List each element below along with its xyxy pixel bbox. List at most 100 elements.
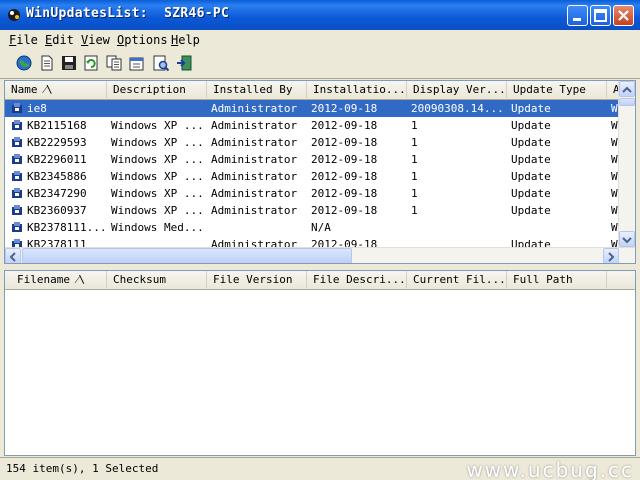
- table-cell: 1: [411, 187, 418, 200]
- table-cell: KB2360937: [27, 204, 87, 217]
- table-cell: Windows XP ...: [111, 153, 203, 166]
- table-cell: Windows XP ...: [111, 170, 203, 183]
- table-cell: Administrator: [211, 187, 298, 200]
- horizontal-scrollbar[interactable]: [5, 247, 635, 263]
- arrow-left-icon: [9, 252, 16, 262]
- table-cell: 2012-09-18: [311, 119, 378, 132]
- app-window: WinUpdatesList: SZR46-PC File Edit View …: [0, 0, 640, 480]
- menu-view[interactable]: View: [81, 33, 110, 47]
- column-file-description[interactable]: File Descri...: [307, 271, 407, 288]
- table-row[interactable]: KB2378111... Windows Med... N/A W: [5, 219, 625, 236]
- column-display-version[interactable]: Display Ver...: [407, 81, 507, 98]
- table-cell: Administrator: [211, 119, 298, 132]
- table-cell: Update: [511, 136, 551, 149]
- table-row[interactable]: KB2229593 Windows XP ... Administrator 2012…: [5, 134, 625, 151]
- table-row[interactable]: KB2347290 Windows XP ... Administrator 2012…: [5, 185, 625, 202]
- table-row[interactable]: ie8 Administrator 2012-09-18 20090308.14...…: [5, 100, 625, 117]
- scroll-up-button[interactable]: [619, 81, 635, 97]
- column-name[interactable]: Name ⁄\: [5, 81, 107, 98]
- table-cell: 1: [411, 153, 418, 166]
- table-cell: Administrator: [211, 136, 298, 149]
- table-cell: N/A: [311, 221, 331, 234]
- column-spacer: [607, 271, 635, 288]
- table-cell: KB2296011: [27, 153, 87, 166]
- table-row[interactable]: KB2296011 Windows XP ... Administrator 2012…: [5, 151, 625, 168]
- table-cell: 1: [411, 119, 418, 132]
- window-title: WinUpdatesList: SZR46-PC: [26, 6, 230, 21]
- scroll-left-button[interactable]: [5, 248, 21, 263]
- save-icon[interactable]: [60, 54, 78, 72]
- close-button[interactable]: [613, 5, 634, 26]
- copy-icon[interactable]: [105, 54, 123, 72]
- table-cell: 1: [411, 204, 418, 217]
- column-checksum[interactable]: Checksum: [107, 271, 207, 288]
- column-current-file[interactable]: Current Fil...: [407, 271, 507, 288]
- update-icon: [12, 154, 22, 164]
- minimize-icon: [573, 18, 581, 21]
- table-cell: Windows Med...: [111, 221, 203, 234]
- table-row[interactable]: KB2360937 Windows XP ... Administrator 2012…: [5, 202, 625, 219]
- maximize-button[interactable]: [590, 5, 611, 26]
- column-filename[interactable]: Filename ⁄\: [5, 271, 107, 288]
- menu-help[interactable]: Help: [171, 33, 200, 47]
- table-cell: KB2229593: [27, 136, 87, 149]
- table-cell: Administrator: [211, 153, 298, 166]
- menu-bar: File Edit View Options Help: [0, 30, 640, 50]
- column-installation-date[interactable]: Installatio...: [307, 81, 407, 98]
- refresh-icon[interactable]: [82, 54, 100, 72]
- updates-list-header: Name ⁄\ Description Installed By Install…: [5, 81, 635, 100]
- menu-options[interactable]: Options: [117, 33, 168, 47]
- update-icon: [12, 137, 22, 147]
- table-cell: 2012-09-18: [311, 136, 378, 149]
- status-text: 154 item(s), 1 Selected: [6, 462, 159, 475]
- table-cell: 1: [411, 136, 418, 149]
- app-icon: [8, 9, 20, 21]
- update-icon: [12, 188, 22, 198]
- menu-edit[interactable]: Edit: [45, 33, 74, 47]
- properties-icon[interactable]: [128, 54, 146, 72]
- scroll-right-button[interactable]: [603, 248, 619, 263]
- scroll-thumb-horizontal[interactable]: [22, 248, 352, 263]
- column-installed-by[interactable]: Installed By: [207, 81, 307, 98]
- update-icon: [12, 205, 22, 215]
- scroll-thumb-vertical[interactable]: [619, 98, 635, 106]
- table-cell: 2012-09-18: [311, 204, 378, 217]
- table-cell: Administrator: [211, 204, 298, 217]
- minimize-button[interactable]: [567, 5, 588, 26]
- table-cell: Windows XP ...: [111, 119, 203, 132]
- table-cell: 2012-09-18: [311, 153, 378, 166]
- table-row[interactable]: KB2115168 Windows XP ... Administrator 2012…: [5, 117, 625, 134]
- table-row[interactable]: KB2345886 Windows XP ... Administrator 2012…: [5, 168, 625, 185]
- vertical-scrollbar[interactable]: [618, 81, 635, 247]
- table-cell: KB2347290: [27, 187, 87, 200]
- update-icon: [12, 120, 22, 130]
- update-icon: [12, 222, 22, 232]
- column-description[interactable]: Description: [107, 81, 207, 98]
- updates-list[interactable]: Name ⁄\ Description Installed By Install…: [4, 80, 636, 264]
- arrow-down-icon: [622, 237, 632, 244]
- globe-icon[interactable]: [15, 54, 33, 72]
- files-list[interactable]: Filename ⁄\ Checksum File Version File D…: [4, 270, 636, 456]
- table-cell: Update: [511, 204, 551, 217]
- title-bar[interactable]: WinUpdatesList: SZR46-PC: [0, 0, 640, 30]
- table-cell: Update: [511, 153, 551, 166]
- table-cell: 2012-09-18: [311, 170, 378, 183]
- table-cell: KB2378111...: [27, 221, 107, 234]
- find-icon[interactable]: [152, 54, 170, 72]
- table-cell: 2012-09-18: [311, 187, 378, 200]
- column-update-type[interactable]: Update Type: [507, 81, 607, 98]
- column-file-version[interactable]: File Version: [207, 271, 307, 288]
- table-cell: 20090308.14...: [411, 102, 503, 115]
- scroll-down-button[interactable]: [619, 231, 635, 247]
- watermark: www.ucbug.cc: [466, 458, 634, 480]
- exit-icon[interactable]: [175, 54, 193, 72]
- column-full-path[interactable]: Full Path: [507, 271, 607, 288]
- table-cell: Windows XP ...: [111, 136, 203, 149]
- table-cell: 2012-09-18: [311, 102, 378, 115]
- close-icon: [618, 10, 629, 21]
- menu-file[interactable]: File: [9, 33, 38, 47]
- table-cell: 1: [411, 170, 418, 183]
- document-icon[interactable]: [38, 54, 56, 72]
- arrow-up-icon: [622, 86, 632, 93]
- table-cell: Administrator: [211, 170, 298, 183]
